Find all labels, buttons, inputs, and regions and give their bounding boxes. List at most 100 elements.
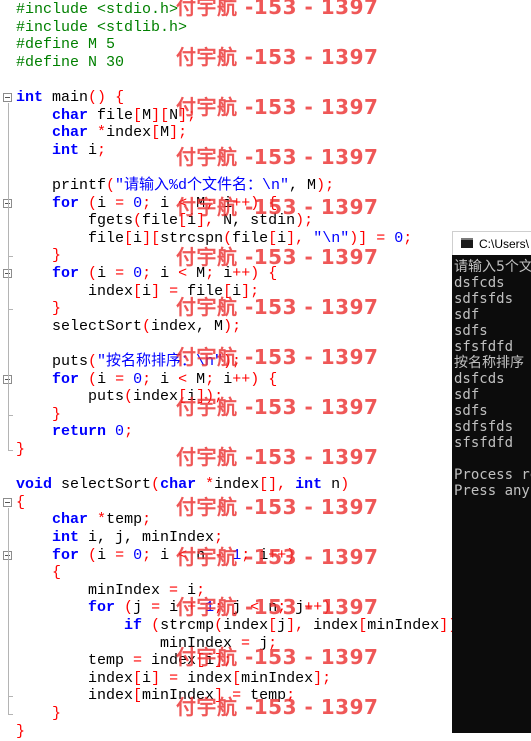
code-token: puts	[16, 388, 125, 406]
code-token: index	[133, 388, 179, 406]
watermark-text: 付宇航 -153 - 1397	[176, 695, 379, 719]
code-token: }	[52, 247, 62, 265]
code-token: (	[88, 546, 98, 564]
code-token: return	[52, 423, 107, 441]
code-token: (	[151, 476, 161, 494]
code-token: ];	[169, 124, 188, 142]
code-token: for	[52, 265, 80, 282]
code-token: index	[16, 282, 134, 300]
fold-end-marker	[8, 309, 13, 311]
code-token: =	[115, 370, 125, 388]
code-token: i	[142, 282, 152, 300]
watermark-text: 付宇航 -153 - 1397	[176, 45, 379, 69]
fold-end-marker	[8, 450, 13, 451]
watermark-text: 付宇航 -153 - 1397	[176, 645, 379, 669]
code-token: {	[268, 370, 278, 388]
code-line: selectSort(index, M);	[16, 318, 241, 336]
code-token: (	[151, 617, 161, 634]
code-token: M	[160, 124, 170, 142]
code-token: i	[79, 141, 98, 159]
code-token: ];	[313, 669, 332, 687]
code-line: {	[16, 494, 25, 512]
code-line: }	[16, 723, 25, 741]
console-window[interactable]: C:\Users\ 请输入5个文 dsfcds sdfsfds sdf sdfs sfsf…	[452, 231, 531, 733]
fold-guide	[8, 384, 9, 415]
code-token: (	[106, 177, 116, 194]
code-line: for (i = 0; i < M; i++) {	[16, 371, 277, 389]
watermark-text: 付宇航 -153 - 1397	[176, 395, 379, 419]
code-line: return 0;	[16, 423, 133, 441]
console-line: sfsfdfd	[454, 339, 514, 355]
code-line: char *temp;	[16, 511, 151, 529]
code-line: }	[16, 247, 61, 265]
code-line: int main() {	[16, 89, 124, 107]
code-token: ][	[151, 106, 170, 124]
code-line: }	[16, 441, 25, 459]
code-token: (	[88, 194, 98, 212]
watermark-text: 付宇航 -153 - 1397	[176, 495, 379, 519]
fold-minus-icon[interactable]	[3, 93, 12, 102]
code-token: ;	[403, 229, 413, 247]
code-token: =	[115, 546, 125, 564]
console-line: Press any	[454, 483, 530, 499]
code-token: (	[88, 265, 98, 282]
code-token: [	[133, 687, 143, 705]
watermark-text: 付宇航 -153 - 1397	[176, 145, 379, 169]
console-line: dsfcds	[454, 275, 505, 291]
code-token: fgets	[16, 212, 134, 230]
code-token: temp	[16, 652, 134, 670]
watermark-text: 付宇航 -153 - 1397	[176, 245, 379, 269]
watermark-text: 付宇航 -153 - 1397	[176, 295, 379, 319]
code-token: [	[232, 669, 242, 687]
fold-guide	[8, 208, 9, 257]
fold-end-marker	[8, 414, 13, 416]
code-token: }	[16, 441, 26, 458]
code-token: file	[142, 212, 179, 230]
code-token: (	[124, 599, 134, 617]
code-token: {	[16, 493, 26, 511]
code-token: i	[151, 265, 179, 282]
watermark-text: 付宇航 -153 - 1397	[176, 0, 379, 19]
code-token: [	[151, 124, 161, 142]
console-line: 请输入5个文	[454, 259, 531, 275]
code-token: 0	[115, 423, 125, 441]
code-token: =	[115, 194, 125, 212]
code-token: [	[133, 669, 143, 687]
code-token: [	[124, 229, 134, 247]
code-token: ]	[151, 669, 161, 687]
code-token: M	[142, 106, 152, 124]
code-token: =	[151, 599, 161, 617]
watermark-text: 付宇航 -153 - 1397	[176, 545, 379, 569]
fold-guide	[8, 560, 9, 697]
console-line: sdfsfds	[454, 291, 514, 307]
code-token: ;	[142, 370, 152, 388]
fold-minus-icon[interactable]	[3, 497, 12, 507]
code-line: #include <stdio.h>	[16, 1, 178, 19]
console-line: sdfs	[454, 323, 488, 339]
console-line: sdfs	[454, 403, 488, 419]
code-token: j	[133, 599, 152, 617]
code-token: int	[52, 141, 80, 159]
code-token: }	[52, 705, 62, 722]
code-token: ][	[142, 229, 161, 247]
code-token: selectSort	[16, 317, 143, 335]
console-titlebar[interactable]: C:\Users\	[452, 231, 531, 255]
code-line: }	[16, 300, 61, 318]
code-token: void	[16, 476, 53, 494]
